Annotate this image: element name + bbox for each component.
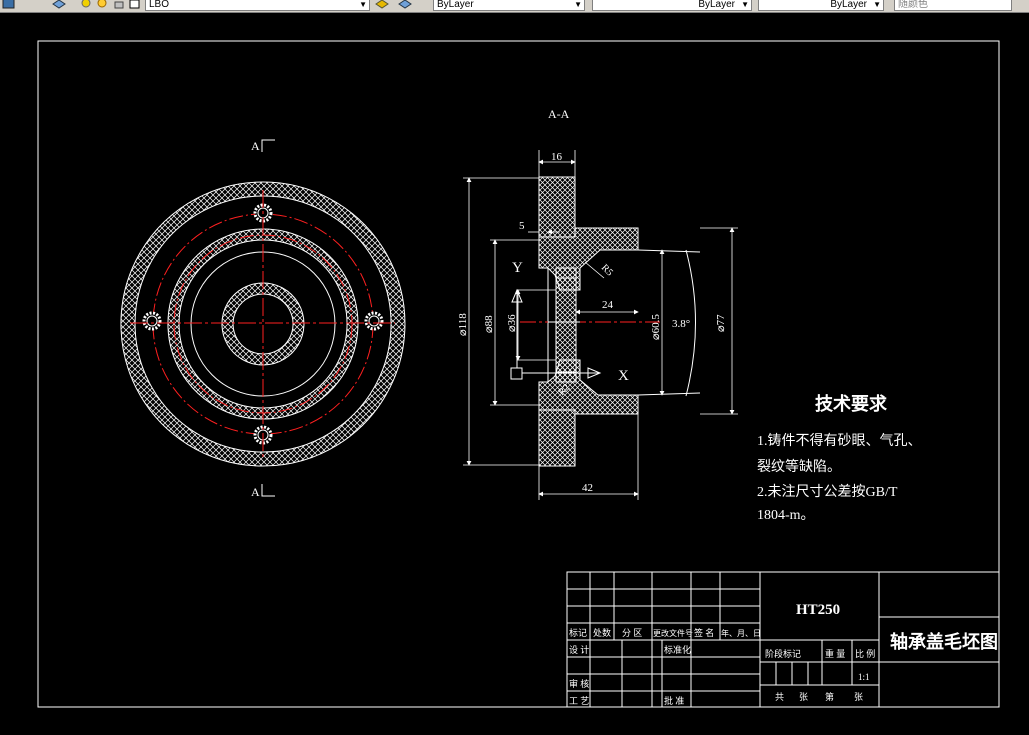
layer-manager-icon[interactable] xyxy=(52,0,66,11)
chevron-down-icon: ▼ xyxy=(873,0,881,9)
standardize-label: 标准化 xyxy=(664,644,691,655)
section-label: A-A xyxy=(548,107,570,121)
svg-text:A: A xyxy=(251,485,260,499)
sheet-no-label: 第 xyxy=(825,691,834,702)
technical-requirements: 技术要求 1.铸件不得有砂眼、气孔、 裂纹等缺陷。 2.未注尺寸公差按GB/T … xyxy=(757,393,922,523)
color-dropdown[interactable]: ByLayer ▼ xyxy=(433,0,585,11)
weight-label: 重 量 xyxy=(825,648,845,659)
header-zone: 分 区 xyxy=(622,628,642,638)
dim-5: 5 xyxy=(519,220,525,232)
tech-req-line-3: 2.未注尺寸公差按GB/T xyxy=(757,484,898,500)
dim-60-5: ⌀60.5 xyxy=(650,314,662,340)
plot-style-dropdown[interactable]: 随颜色 xyxy=(894,0,1012,11)
designer-label: 设 计 xyxy=(569,644,589,655)
header-sign: 签 名 xyxy=(694,627,714,638)
front-view: A A xyxy=(120,139,406,499)
dim-118: ⌀118 xyxy=(457,313,469,336)
chevron-down-icon: ▼ xyxy=(359,0,367,9)
stage-mark-label: 阶段标记 xyxy=(765,648,801,659)
layer-sun-icon[interactable] xyxy=(96,0,110,11)
sheets-unit-label: 张 xyxy=(799,692,808,702)
flange-section xyxy=(538,176,576,238)
layer-lock-icon[interactable] xyxy=(112,0,126,11)
header-date: 年、月、日 xyxy=(721,628,761,638)
cut-marker-bottom: A xyxy=(251,484,275,499)
body-section-top xyxy=(538,227,639,291)
header-count: 处数 xyxy=(593,627,611,638)
cut-marker-top: A xyxy=(251,139,275,153)
layer-dropdown[interactable]: LBO ▼ xyxy=(145,0,370,11)
dim-24: 24 xyxy=(602,299,614,311)
dim-angle: 3.8° xyxy=(672,318,690,330)
lineweight-dropdown-value: ByLayer xyxy=(830,0,867,10)
tech-req-line-2: 裂纹等缺陷。 xyxy=(757,458,841,475)
dim-77: ⌀77 xyxy=(715,314,727,332)
svg-text:Y: Y xyxy=(512,260,523,276)
layer-bulb-icon[interactable] xyxy=(80,0,94,11)
layer-state-icon[interactable] xyxy=(2,0,16,11)
drawing-canvas[interactable]: A A A-A 16 5 ⌀118 ⌀88 ⌀36 24 ⌀60.5 3.8° … xyxy=(0,12,1029,735)
part-name: 轴承盖毛坯图 xyxy=(890,631,998,652)
title-block-text: HT250 轴承盖毛坯图 标记 处数 分 区 更改文件号 签 名 年、月、日 设… xyxy=(569,602,998,706)
tech-req-line-1: 1.铸件不得有砂眼、气孔、 xyxy=(757,432,922,449)
dim-36: ⌀36 xyxy=(506,314,518,332)
scale-value: 1:1 xyxy=(858,672,870,682)
chevron-down-icon: ▼ xyxy=(741,0,749,9)
review-label: 审 核 xyxy=(569,678,589,689)
linetype-dropdown[interactable]: ByLayer ▼ xyxy=(592,0,752,11)
linetype-dropdown-value: ByLayer xyxy=(698,0,735,10)
dim-42: 42 xyxy=(582,482,593,494)
color-dropdown-value: ByLayer xyxy=(437,0,474,10)
section-view: A-A 16 5 ⌀118 ⌀88 ⌀36 24 ⌀60.5 3.8° ⌀77 … xyxy=(457,107,738,500)
header-mark: 标记 xyxy=(569,627,587,638)
plot-style-dropdown-value: 随颜色 xyxy=(898,0,928,10)
layer-previous-icon[interactable] xyxy=(398,0,412,11)
ratio-label: 比 例 xyxy=(855,648,875,659)
flange-section-bottom xyxy=(538,409,576,467)
sheet-unit-label: 张 xyxy=(854,692,863,702)
hub-section xyxy=(555,267,577,383)
header-doc-no: 更改文件号 xyxy=(653,628,693,638)
lineweight-dropdown[interactable]: ByLayer ▼ xyxy=(758,0,884,11)
svg-text:A: A xyxy=(251,139,260,153)
material-label: HT250 xyxy=(796,602,840,618)
layer-color-icon[interactable] xyxy=(128,0,142,11)
make-current-icon[interactable] xyxy=(375,0,389,11)
tech-req-line-4: 1804-m。 xyxy=(757,508,815,523)
process-label: 工 艺 xyxy=(569,696,589,706)
layer-dropdown-value: LBO xyxy=(149,0,170,10)
svg-text:X: X xyxy=(618,368,629,384)
tech-req-title: 技术要求 xyxy=(815,393,888,414)
approve-label: 批 准 xyxy=(664,695,684,706)
chevron-down-icon: ▼ xyxy=(574,0,582,9)
dim-16: 16 xyxy=(551,151,563,163)
dim-88: ⌀88 xyxy=(483,315,495,333)
total-sheets-label: 共 xyxy=(775,692,784,702)
